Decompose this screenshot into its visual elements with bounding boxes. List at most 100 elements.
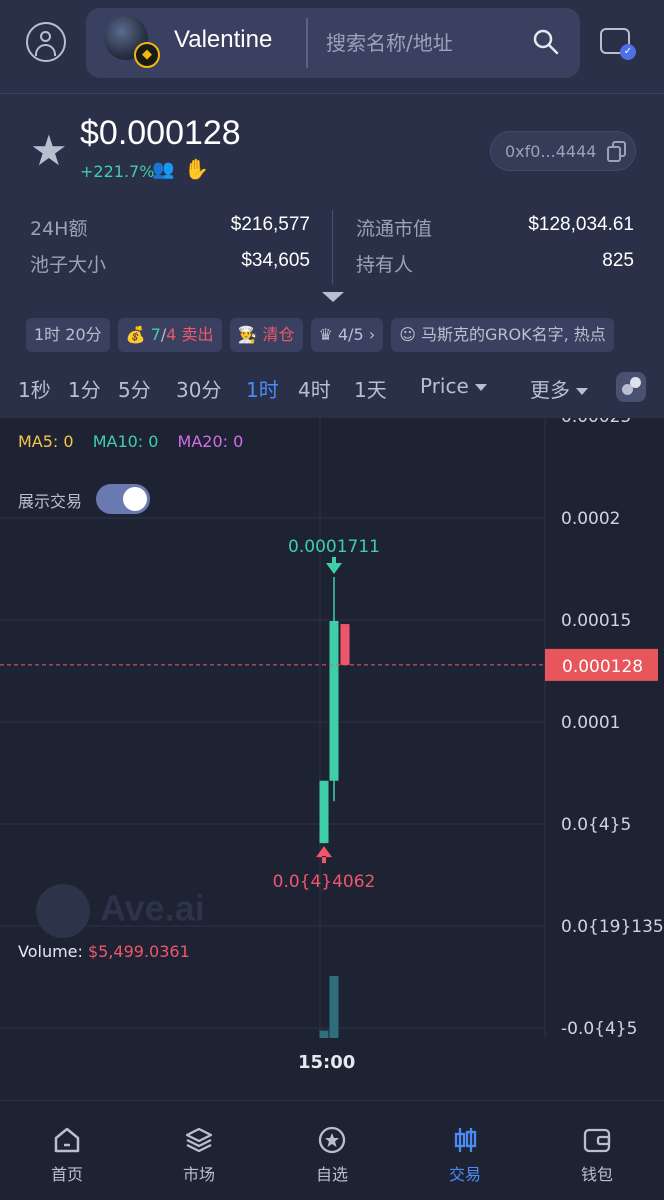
candle-body — [319, 780, 329, 844]
contract-address-chip[interactable]: 0xf0...4444 — [490, 131, 636, 171]
favorite-star-icon[interactable]: ★ — [30, 130, 68, 172]
moving-averages: MA5: 0 MA10: 0 MA20: 0 — [18, 432, 243, 451]
search-bar[interactable]: ◆ Valentine — [86, 8, 580, 78]
rank-label: 4/5 — [337, 325, 364, 344]
nav-trade[interactable]: 交易 — [420, 1125, 510, 1185]
token-name: Valentine — [174, 26, 273, 53]
profile-icon[interactable] — [26, 22, 66, 62]
crown-icon: ♛ — [318, 325, 333, 344]
timeframe-bar: 1秒 1分 5分 30分 1时 4时 1天 Price 更多 — [0, 366, 664, 410]
copy-icon[interactable] — [607, 141, 627, 162]
tag-clear[interactable]: 👨‍🍳 清仓 — [229, 318, 303, 352]
nav-trade-label: 交易 — [448, 1165, 481, 1184]
verified-check-icon: ✓ — [620, 44, 636, 60]
chevron-down-icon — [576, 388, 588, 395]
y-axis-tick: 0.0002 — [561, 509, 620, 529]
contract-address: 0xf0...4444 — [505, 142, 597, 161]
nav-watchlist-label: 自选 — [315, 1165, 348, 1184]
nav-home[interactable]: 首页 — [22, 1125, 112, 1185]
candle-body — [329, 621, 339, 781]
candlestick-chart[interactable]: 0.00025 0.0002 0.00015 0.0001 0.0{4}5 0.0{19}… — [0, 418, 664, 1100]
bottom-nav: 首页 市场 自选 交易 钱包 — [0, 1100, 664, 1200]
search-divider — [306, 18, 308, 68]
expand-stats-icon[interactable] — [322, 292, 344, 302]
more-dropdown[interactable]: 更多 — [530, 374, 588, 403]
robot-icon: ☺ — [399, 325, 416, 344]
token-price: $0.000128 — [80, 114, 241, 152]
hand-wave-icon[interactable]: ✋ — [184, 157, 209, 181]
vol24h-value: $216,577 — [230, 214, 310, 235]
ma20-label: MA20: 0 — [177, 432, 244, 451]
market-cap-label: 流通市值 — [356, 218, 433, 240]
header-divider — [0, 93, 664, 94]
app-root: ◆ Valentine ✓ ★ $0.000128 +221.7% 👥 ✋ 0x… — [0, 0, 664, 1200]
star-circle-icon — [318, 1126, 346, 1154]
pool-size-value: $34,605 — [241, 250, 310, 271]
tag-description[interactable]: ☺ 马斯克的GROK名字, 热点 — [391, 318, 614, 352]
show-trades-label: 展示交易 — [18, 492, 83, 511]
layers-icon — [185, 1127, 213, 1153]
tab-1d[interactable]: 1天 — [354, 374, 387, 403]
tag-rank[interactable]: ♛ 4/5 › — [310, 318, 384, 352]
ave-watermark: Ave.ai — [36, 884, 205, 938]
nav-market[interactable]: 市场 — [154, 1125, 244, 1185]
low-arrow-icon — [316, 846, 332, 864]
y-axis-tick: 0.0{19}1355 — [561, 917, 664, 937]
search-input[interactable] — [326, 28, 526, 58]
ma10-label: MA10: 0 — [92, 432, 159, 451]
tag-age[interactable]: 1时 20分 — [26, 318, 110, 352]
x-axis-tick: 15:00 — [298, 1052, 356, 1073]
chevron-down-icon — [474, 384, 487, 391]
price-change: +221.7% — [80, 162, 155, 181]
tab-4h[interactable]: 4时 — [298, 374, 331, 403]
volume-value: $5,499.0361 — [87, 942, 190, 961]
high-price-label: 0.0001711 — [288, 537, 380, 557]
tag-trades[interactable]: 💰 7/4 卖出 — [117, 318, 222, 352]
market-cap-value: $128,034.61 — [528, 214, 634, 235]
price-chart[interactable]: 0.00025 0.0002 0.00015 0.0001 0.0{4}5 0.0{19}… — [0, 418, 664, 1100]
watermark-text: Ave.ai — [100, 887, 205, 929]
nav-wallet[interactable]: 钱包 — [552, 1125, 642, 1185]
tab-1h[interactable]: 1时 — [246, 374, 279, 403]
wallet-icon — [583, 1128, 611, 1153]
token-tags: 1时 20分 💰 7/4 卖出 👨‍🍳 清仓 ♛ 4/5 › ☺ 马斯克的GROK名字,… — [26, 318, 638, 352]
more-label: 更多 — [530, 378, 570, 402]
clear-label: 清仓 — [262, 325, 295, 344]
wallet-icon[interactable]: ✓ — [598, 24, 638, 64]
tab-1m[interactable]: 1分 — [68, 374, 101, 403]
vol24h-label: 24H额 — [30, 218, 88, 240]
stats-divider — [332, 210, 333, 284]
ave-logo-icon — [36, 884, 90, 938]
high-arrow-icon — [326, 556, 342, 574]
y-axis-tick: -0.0{4}5 — [561, 1019, 637, 1039]
candlestick-icon — [454, 1128, 477, 1152]
search-icon[interactable] — [532, 28, 560, 56]
tab-5m[interactable]: 5分 — [118, 374, 151, 403]
low-price-label: 0.0{4}4062 — [273, 872, 376, 892]
nav-watchlist[interactable]: 自选 — [287, 1125, 377, 1185]
nav-market-label: 市场 — [182, 1165, 215, 1184]
y-axis-tick: 0.00015 — [561, 611, 631, 631]
volume-title: Volume: — [18, 942, 88, 961]
nav-wallet-label: 钱包 — [580, 1165, 613, 1184]
tab-1s[interactable]: 1秒 — [18, 374, 51, 403]
chef-icon: 👨‍🍳 — [237, 325, 258, 344]
y-axis-tick: 0.0001 — [561, 713, 620, 733]
holders-value: 825 — [602, 250, 634, 271]
price-mode-label: Price — [420, 374, 469, 398]
show-trades-toggle[interactable] — [96, 484, 150, 514]
chart-settings-icon[interactable] — [616, 372, 646, 402]
token-header: ◆ Valentine ✓ ★ $0.000128 +221.7% 👥 ✋ 0x… — [0, 0, 664, 418]
buys-count: 7 — [150, 325, 161, 344]
price-mode-dropdown[interactable]: Price — [420, 374, 487, 398]
volume-label: Volume: $5,499.0361 — [18, 942, 190, 961]
sells-label: 4 卖出 — [166, 325, 214, 344]
current-price-label: 0.000128 — [562, 657, 643, 677]
pool-size-label: 池子大小 — [30, 254, 107, 276]
holders-label: 持有人 — [356, 254, 414, 276]
ma5-label: MA5: 0 — [18, 432, 74, 451]
description-label: 马斯克的GROK名字, 热点 — [421, 325, 606, 344]
volume-bar — [319, 1030, 329, 1038]
holders-icon[interactable]: 👥 — [152, 159, 174, 180]
tab-30m[interactable]: 30分 — [176, 374, 221, 403]
